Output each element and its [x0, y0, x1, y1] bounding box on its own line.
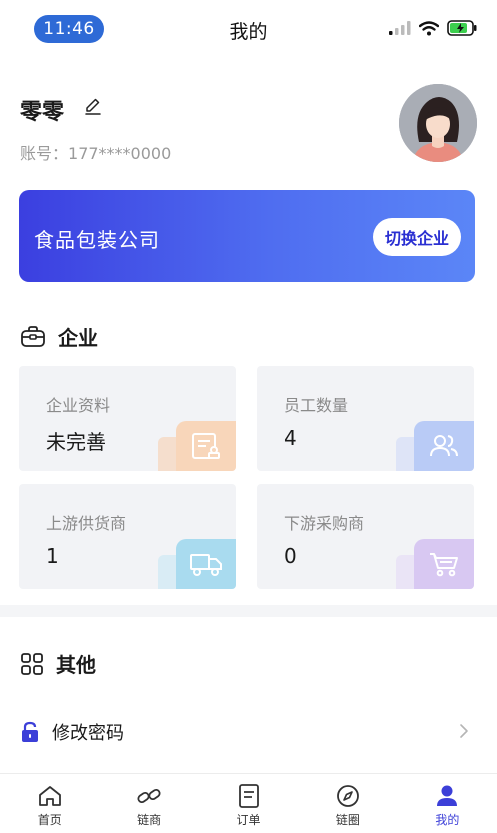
status-bar: 11:46 我的: [0, 0, 497, 58]
avatar-portrait-icon: [399, 84, 477, 162]
tab-label: 首页: [37, 813, 62, 827]
tab-home[interactable]: 首页: [0, 774, 99, 833]
tile-value: 4: [284, 426, 297, 450]
user-name: 零零: [20, 100, 65, 125]
tile-decoration: [396, 555, 414, 589]
bottom-tab-bar: 首页 链商 订单 链圈 我的: [0, 773, 497, 833]
account-number: 177****0000: [68, 144, 172, 163]
tile-label: 上游供货商: [46, 514, 127, 533]
tab-label: 订单: [236, 813, 261, 827]
document-stamp-icon: [176, 421, 236, 471]
tile-label: 员工数量: [284, 396, 349, 415]
avatar[interactable]: [399, 84, 477, 162]
tile-value: 0: [284, 544, 297, 568]
tab-orders[interactable]: 订单: [199, 774, 298, 833]
tab-label: 链商: [137, 813, 162, 827]
tile-value: 1: [46, 544, 59, 568]
other-section-title: 其他: [56, 653, 96, 677]
compass-icon: [337, 785, 359, 807]
tile-value: 未完善: [46, 430, 106, 454]
tab-mine[interactable]: 我的: [398, 774, 497, 833]
signal-icon: [389, 21, 411, 35]
company-card: 食品包装公司 切换企业: [19, 190, 475, 282]
cart-icon: [414, 539, 474, 589]
account-row: 账号：177****0000: [20, 140, 171, 164]
other-section-header: 其他: [20, 649, 96, 678]
account-label: 账号：: [20, 144, 69, 163]
home-icon: [38, 786, 61, 806]
tab-chain-merchants[interactable]: 链商: [99, 774, 198, 833]
tile-decoration: [158, 437, 176, 471]
user-icon: [437, 785, 458, 806]
menu-item-change-password[interactable]: 修改密码: [20, 707, 477, 757]
tile-label: 下游采购商: [284, 514, 365, 533]
tile-decoration: [158, 555, 176, 589]
lock-icon: [22, 721, 38, 742]
enterprise-section-header: 企业: [20, 322, 98, 351]
tile-upstream-suppliers[interactable]: 上游供货商 1: [19, 484, 236, 589]
switch-company-button[interactable]: 切换企业: [372, 218, 461, 256]
section-divider: [0, 605, 497, 617]
tile-decoration: [396, 437, 414, 471]
tab-label: 链圈: [335, 813, 360, 827]
link-icon: [137, 788, 161, 804]
tile-company-profile[interactable]: 企业资料 未完善: [19, 366, 236, 471]
tile-label: 企业资料: [46, 396, 111, 415]
tile-downstream-buyers[interactable]: 下游采购商 0: [257, 484, 474, 589]
grid-icon: [21, 652, 43, 675]
status-icons: [389, 20, 477, 36]
tab-label: 我的: [435, 813, 460, 827]
battery-icon: [447, 20, 477, 36]
wifi-icon: [419, 20, 439, 35]
tab-chain-circle[interactable]: 链圈: [298, 774, 397, 833]
company-name: 食品包装公司: [34, 228, 160, 252]
edit-pencil-icon[interactable]: [83, 96, 103, 116]
order-icon: [238, 784, 259, 808]
chevron-right-icon: [460, 724, 468, 738]
enterprise-section-title: 企业: [58, 326, 98, 350]
truck-icon: [176, 539, 236, 589]
menu-item-label: 修改密码: [52, 723, 124, 744]
briefcase-icon: [21, 325, 45, 347]
people-icon: [414, 421, 474, 471]
profile-section: 零零 账号：177****0000: [20, 80, 477, 180]
tile-employee-count[interactable]: 员工数量 4: [257, 366, 474, 471]
